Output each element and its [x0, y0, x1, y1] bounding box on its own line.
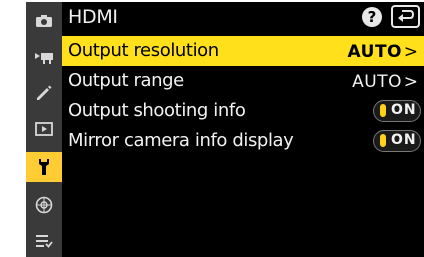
menu-row-mirror-camera-info-display[interactable]: Mirror camera info display ON [62, 126, 424, 156]
playback-icon[interactable] [26, 114, 62, 144]
page-title: HDMI [68, 6, 118, 28]
menu-row-label: Output shooting info [68, 100, 246, 121]
toggle-value: ON [391, 132, 417, 148]
network-icon[interactable] [26, 190, 62, 220]
return-arrow-icon [397, 10, 414, 22]
menu-sidebar [26, 2, 62, 257]
toggle-switch[interactable]: ON [373, 100, 421, 122]
photo-shooting-icon[interactable] [26, 6, 62, 36]
menu-row-label: Output range [68, 70, 184, 91]
menu-row-output-shooting-info[interactable]: Output shooting info ON [62, 96, 424, 126]
menu-header: HDMI ? [62, 2, 424, 33]
back-button[interactable] [391, 5, 420, 28]
menu-row-value: AUTO [347, 42, 402, 62]
toggle-value: ON [391, 102, 417, 118]
toggle-indicator [380, 104, 386, 117]
menu-row-output-resolution[interactable]: Output resolution AUTO > [62, 36, 424, 66]
menu-row-label: Mirror camera info display [68, 130, 294, 151]
chevron-right-icon: > [403, 42, 418, 62]
menu-row-value: AUTO [352, 72, 402, 92]
menu-row-label: Output resolution [68, 40, 219, 61]
movie-shooting-icon[interactable] [26, 42, 62, 72]
menu-row-output-range[interactable]: Output range AUTO > [62, 66, 424, 96]
camera-menu-screen: HDMI ? Output resolution AUTO > Output r… [26, 2, 424, 257]
setup-wrench-icon[interactable] [26, 152, 62, 182]
my-menu-icon[interactable] [26, 226, 62, 256]
toggle-switch[interactable]: ON [373, 130, 421, 152]
chevron-right-icon: > [403, 72, 418, 92]
help-button[interactable]: ? [362, 7, 382, 27]
custom-settings-pencil-icon[interactable] [26, 78, 62, 108]
toggle-indicator [380, 134, 386, 147]
